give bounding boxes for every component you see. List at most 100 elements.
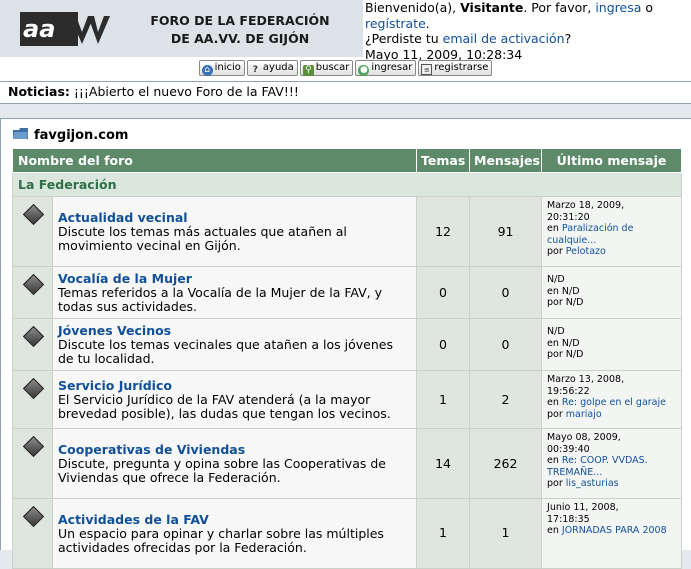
welcome-box: Bienvenido(a), Visitante. Por favor, ing… xyxy=(365,0,691,62)
forum-description: Discute, pregunta y opina sobre las Coop… xyxy=(58,456,386,485)
forum-posts-count: 0 xyxy=(469,266,543,319)
forum-name-link[interactable]: Cooperativas de Viviendas xyxy=(58,442,411,457)
last-post-time: 20:31:20 xyxy=(547,211,590,223)
last-post-topic-link[interactable]: JORNADAS PARA 2008 xyxy=(562,525,667,536)
forum-topics-count: 0 xyxy=(416,318,471,371)
nav-search-button[interactable]: ⚲ buscar xyxy=(299,60,354,76)
nav-home-button[interactable]: ⌂ inicio xyxy=(198,60,245,76)
home-icon: ⌂ xyxy=(201,65,213,76)
last-post-topic: N/D xyxy=(561,285,580,297)
last-post-date: Junio 11, 2008, xyxy=(547,502,619,513)
last-post-by: por xyxy=(547,408,566,420)
forum-name-link[interactable]: Servicio Jurídico xyxy=(58,378,411,393)
forum-row: Jóvenes Vecinos Discute los temas vecina… xyxy=(12,318,683,371)
nav-register-label: registrarse xyxy=(434,62,489,73)
nav-bar: ⌂ inicio ? ayuda ⚲ buscar ● ingresar ≡ regist… xyxy=(0,60,691,80)
forum-description: Temas referidos a la Vocalía de la Mujer… xyxy=(58,285,383,314)
last-post-time: 19:56:22 xyxy=(547,385,590,397)
nav-search-label: buscar xyxy=(315,62,350,73)
last-post-date: N/D xyxy=(547,326,565,337)
last-post-by: por xyxy=(547,478,566,489)
search-icon: ⚲ xyxy=(302,65,314,76)
forum-status-icon xyxy=(22,273,45,296)
last-post-by: por xyxy=(547,246,566,257)
last-post-date: Mayo 08, 2009, xyxy=(547,432,621,443)
forum-description: Discute los temas vecinales que atañen a… xyxy=(58,337,393,366)
register-suffix: . xyxy=(425,15,430,31)
last-post-in: en xyxy=(547,455,562,466)
forum-name-link[interactable]: Actualidad vecinal xyxy=(58,210,411,225)
site-title: favgijon.com xyxy=(13,128,128,143)
or-text: o xyxy=(641,0,654,15)
forum-status-icon xyxy=(22,435,45,458)
banner: aa FORO DE LA FEDERACIÓN DE AA.VV. DE GI… xyxy=(0,0,363,57)
last-post-time: 17:18:35 xyxy=(547,513,590,525)
col-topics: Temas xyxy=(416,148,471,173)
welcome-prefix: Bienvenido(a), xyxy=(365,0,461,15)
forum-title-line2: DE AA.VV. DE GIJÓN xyxy=(170,31,310,46)
forum-description: El Servicio Jurídico de la FAV atenderá … xyxy=(58,392,391,421)
last-post-user-link[interactable]: lis_asturias xyxy=(566,478,619,489)
nav-home-label: inicio xyxy=(214,62,241,73)
forum-posts-count: 1 xyxy=(469,498,543,569)
last-post-user-link[interactable]: Pelotazo xyxy=(566,246,606,257)
forum-posts-count: 262 xyxy=(469,428,543,499)
forum-status-icon xyxy=(22,325,45,348)
last-post-topic-link[interactable]: Re: COOP. VVDAS. TREMAÑE... xyxy=(547,455,648,478)
last-post-in: en xyxy=(547,337,562,349)
forum-last-post: N/D en N/D por N/D xyxy=(541,266,683,319)
folder-icon xyxy=(13,128,28,139)
last-post-by: por xyxy=(547,349,566,360)
forum-status-cell xyxy=(12,318,53,371)
forum-posts-count: 91 xyxy=(469,196,543,267)
nav-help-button[interactable]: ? ayuda xyxy=(246,60,298,76)
forum-title: FORO DE LA FEDERACIÓN DE AA.VV. DE GIJÓN xyxy=(120,12,360,48)
forum-name-link[interactable]: Actividades de la FAV xyxy=(58,512,411,527)
nav-help-label: ayuda xyxy=(262,62,294,73)
forum-last-post: Marzo 13, 2008, 19:56:22 en Re: golpe en… xyxy=(541,370,683,429)
forum-status-cell xyxy=(12,196,53,267)
last-post-date: N/D xyxy=(547,274,565,285)
site-name: favgijon.com xyxy=(34,128,129,143)
last-post-topic: N/D xyxy=(561,337,580,349)
forum-info: Servicio Jurídico El Servicio Jurídico d… xyxy=(51,370,418,429)
login-icon: ● xyxy=(358,65,370,76)
activation-email-link[interactable]: email de activación xyxy=(443,31,565,46)
category-name[interactable]: La Federación xyxy=(11,172,683,197)
forum-status-icon xyxy=(22,505,45,528)
category-row: La Federación xyxy=(11,172,683,197)
last-post-user-link[interactable]: mariajo xyxy=(566,409,602,420)
forum-last-post: N/D en N/D por N/D xyxy=(541,318,683,371)
forum-info: Vocalía de la Mujer Temas referidos a la… xyxy=(51,266,418,319)
forum-posts-count: 0 xyxy=(469,318,543,371)
col-last-post: Último mensaje xyxy=(541,148,683,173)
nav-login-button[interactable]: ● ingresar xyxy=(355,60,417,76)
forum-row: Vocalía de la Mujer Temas referidos a la… xyxy=(12,266,683,319)
forum-name-link[interactable]: Jóvenes Vecinos xyxy=(58,323,411,338)
forum-info: Actividades de la FAV Un espacio para op… xyxy=(51,498,418,569)
forum-title-line1: FORO DE LA FEDERACIÓN xyxy=(150,13,330,28)
welcome-user: Visitante xyxy=(460,0,524,15)
last-post-date: Marzo 18, 2009, xyxy=(547,200,625,211)
last-post-date: Marzo 13, 2008, xyxy=(547,374,625,385)
nav-login-label: ingresar xyxy=(371,62,413,73)
last-post-in: en xyxy=(547,285,562,297)
forum-topics-count: 0 xyxy=(416,266,471,319)
forum-last-post: Junio 11, 2008, 17:18:35 en JORNADAS PAR… xyxy=(541,498,683,569)
last-post-in: en xyxy=(547,525,562,536)
forum-table-header: Nombre del foro Temas Mensajes Último me… xyxy=(11,148,683,173)
forum-row: Cooperativas de Viviendas Discute, pregu… xyxy=(12,428,683,499)
register-link[interactable]: regístrate xyxy=(365,16,426,31)
last-post-time: 00:39:40 xyxy=(547,443,590,455)
forum-row: Actividades de la FAV Un espacio para op… xyxy=(12,498,683,569)
logo-icon[interactable]: aa xyxy=(18,8,114,50)
forum-name-link[interactable]: Vocalía de la Mujer xyxy=(58,271,411,286)
register-icon: ≡ xyxy=(421,64,433,75)
last-post-topic-link[interactable]: Re: golpe en el garaje xyxy=(562,397,666,408)
news-label: Noticias: xyxy=(8,84,70,99)
forum-topics-count: 1 xyxy=(416,370,471,429)
nav-register-button[interactable]: ≡ registrarse xyxy=(418,60,493,76)
login-link[interactable]: ingresa xyxy=(595,0,641,15)
forum-topics-count: 1 xyxy=(416,498,471,569)
forum-last-post: Marzo 18, 2009, 20:31:20 en Paralización… xyxy=(541,196,683,267)
